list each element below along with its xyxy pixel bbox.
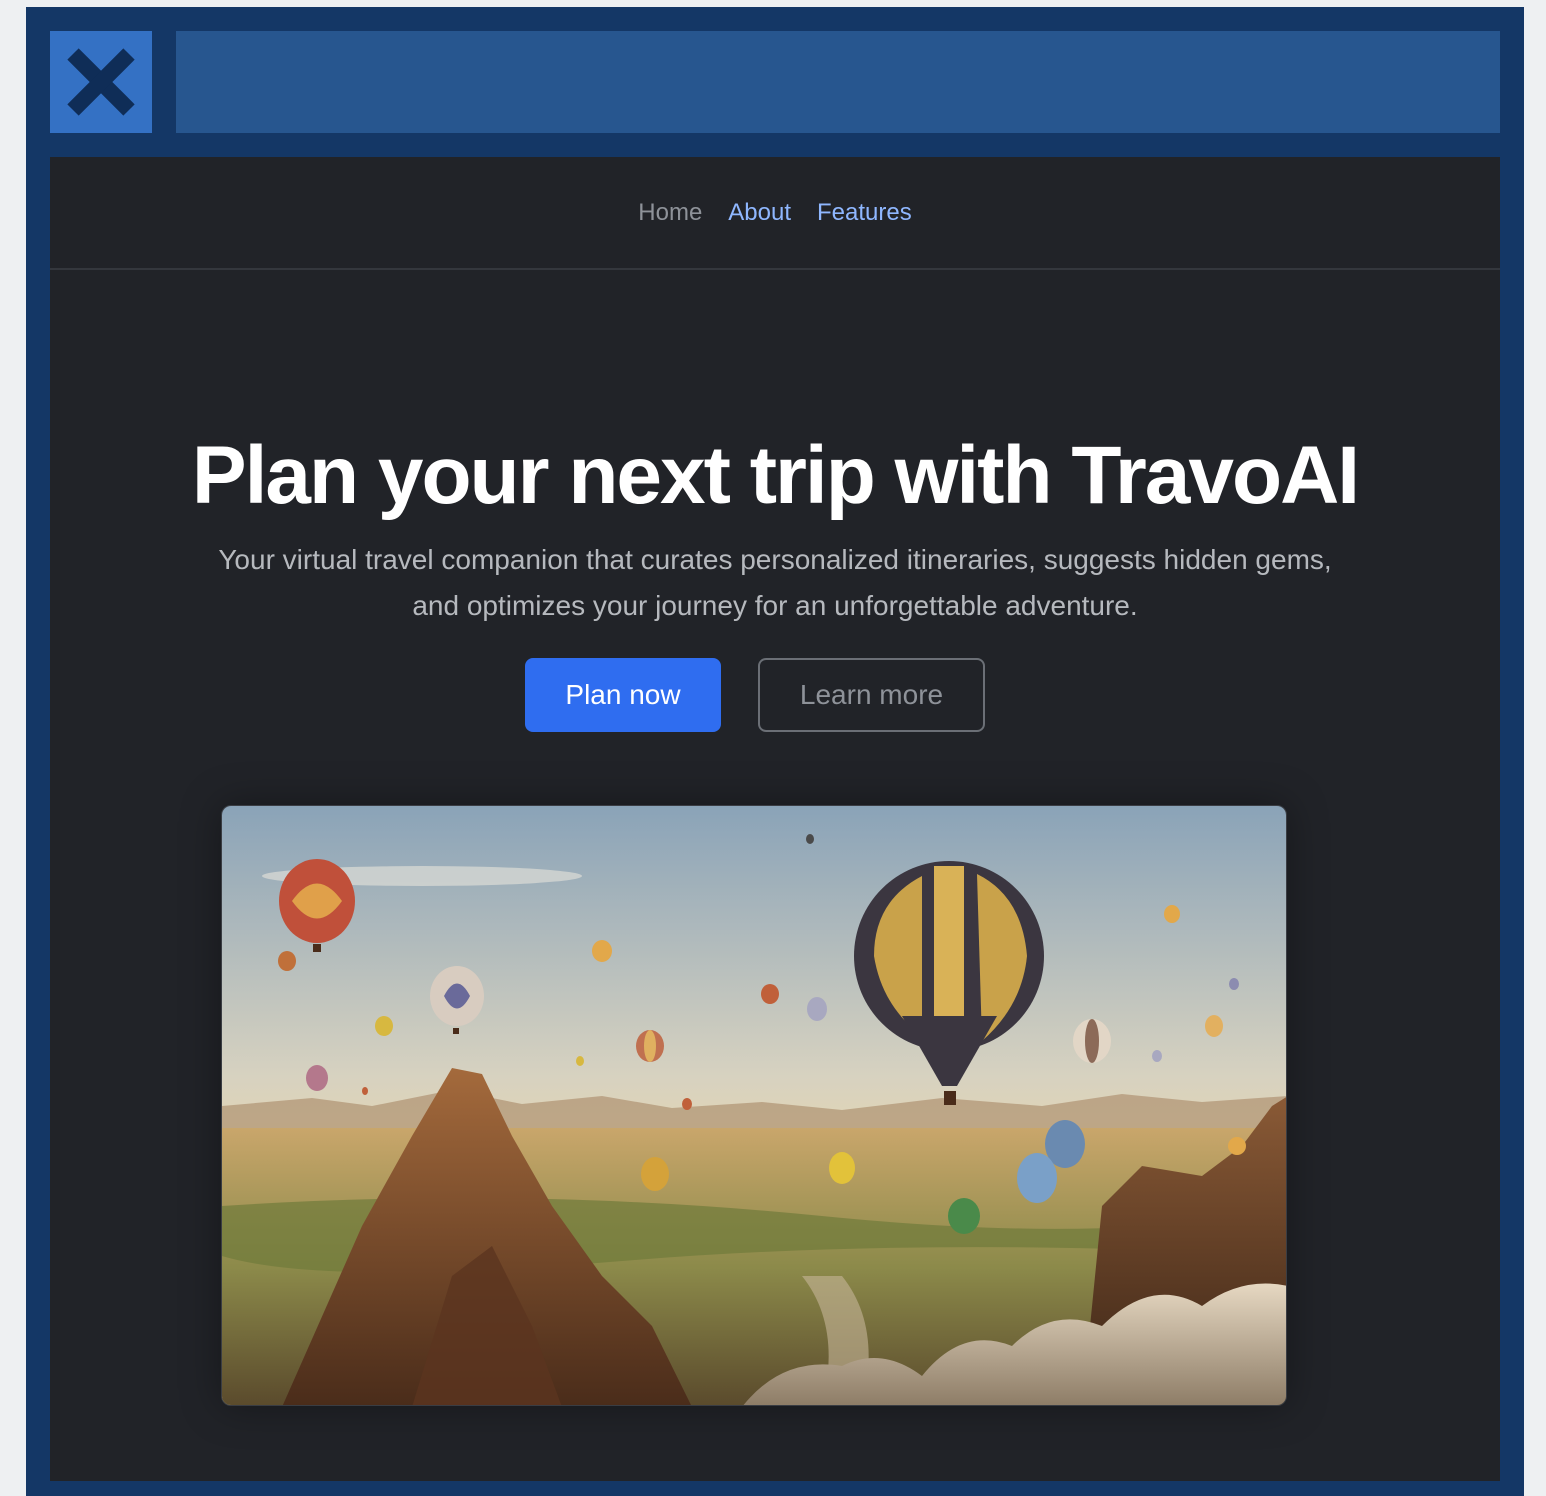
hero-subtitle: Your virtual travel companion that curat… (218, 544, 1332, 621)
nav-link-home[interactable]: Home (638, 199, 702, 227)
close-button[interactable] (50, 31, 152, 133)
window-frame: Home About Features Plan your next trip … (26, 7, 1524, 1496)
nav-link-features[interactable]: Features (817, 199, 912, 227)
navbar: Home About Features (50, 157, 1500, 270)
close-icon (67, 48, 135, 116)
nav-link-about[interactable]: About (728, 199, 791, 227)
page-viewport: Home About Features Plan your next trip … (50, 157, 1500, 1481)
plan-now-button[interactable]: Plan now (525, 658, 721, 732)
hero-image (221, 805, 1287, 1406)
title-bar (176, 31, 1500, 133)
learn-more-button[interactable]: Learn more (758, 658, 985, 732)
hero-title: Plan your next trip with TravoAI (191, 430, 1360, 521)
hot-air-balloon-landscape-illustration (222, 806, 1286, 1405)
